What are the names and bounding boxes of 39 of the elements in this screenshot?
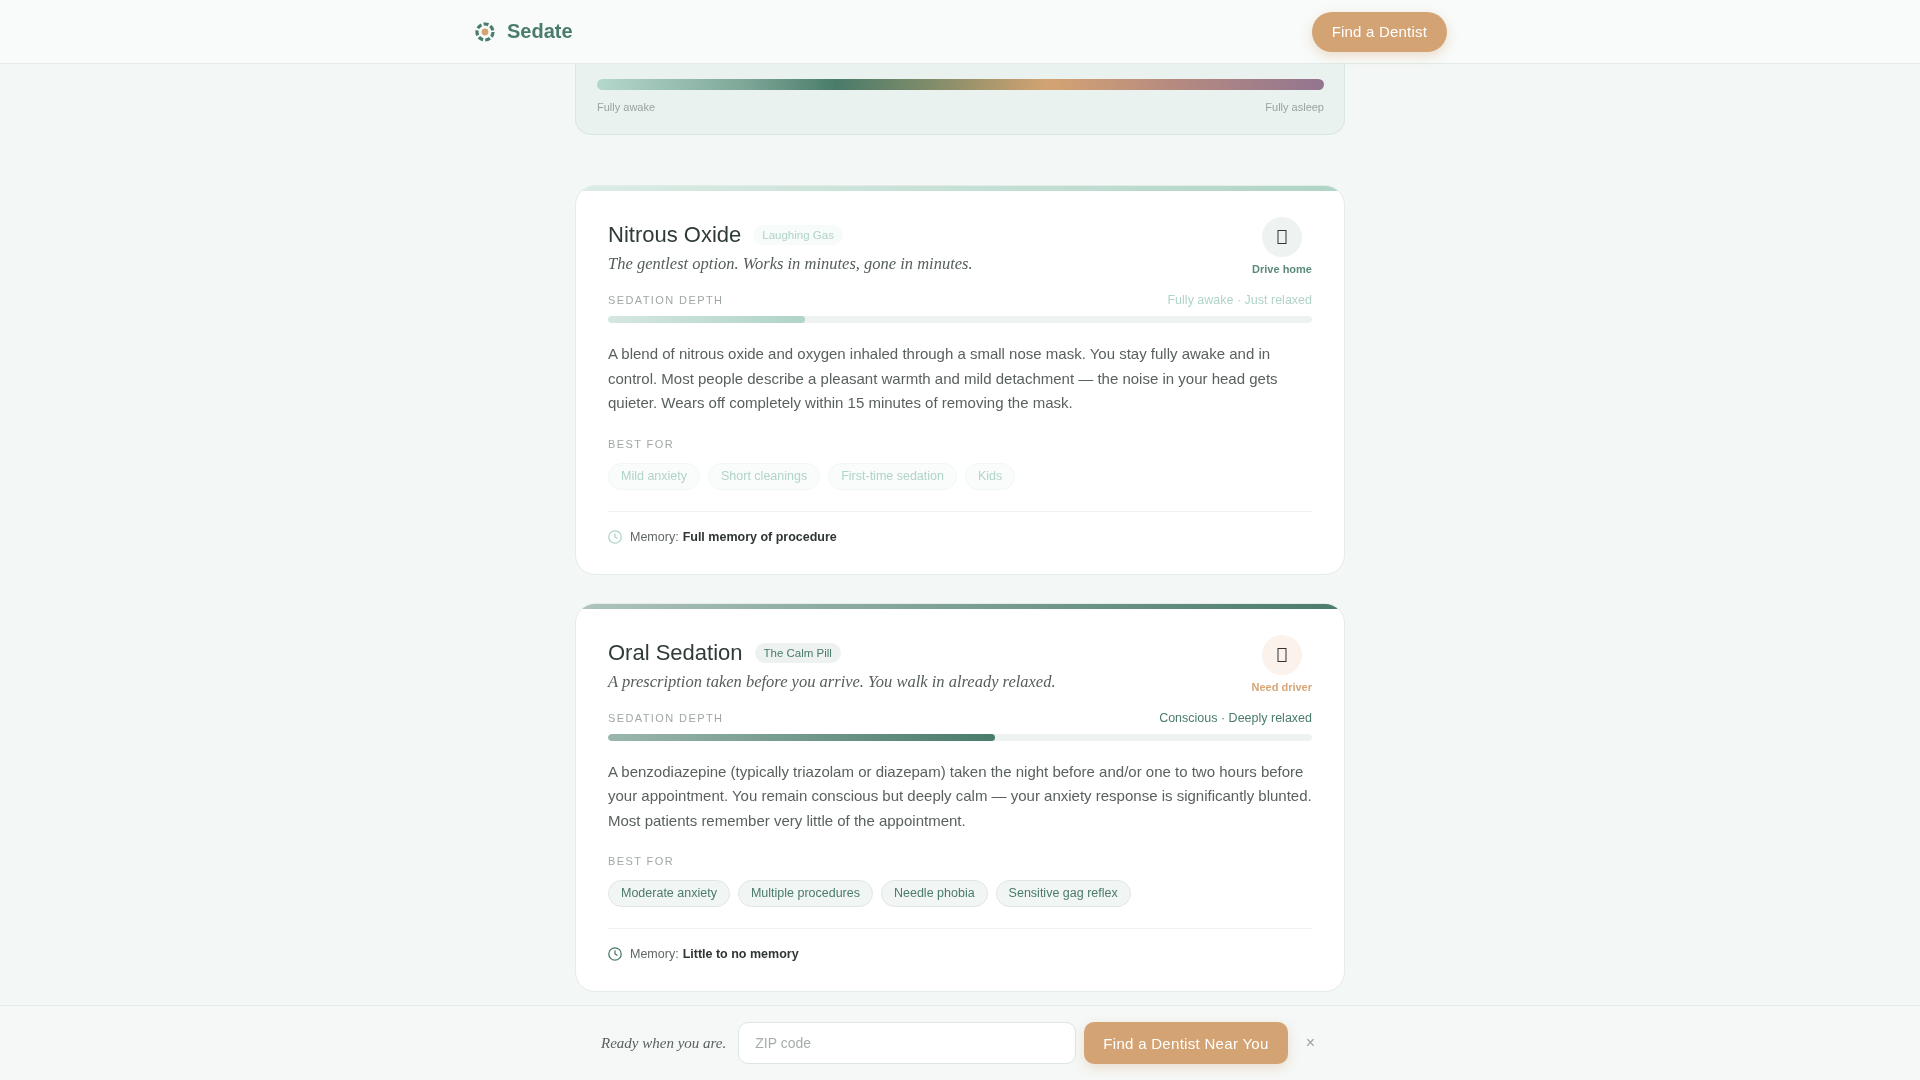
option-title: Oral Sedation [608,638,743,667]
best-for-title: BEST FOR [608,436,675,451]
option-description: A benzodiazepine (typically triazolam or diazepam) taken the night before and/or one to two hours before your appointment. You remain conscious but deeply calm — your anxiety response is significantly blunted. Most patients remember very little of the appointment. [608,761,1312,831]
memory-value: Full memory of procedure [682,528,837,546]
best-for-tag: Mild anxiety [608,462,700,490]
best-for-tag: Short cleanings [708,462,821,490]
best-for-tag: Needle phobia [881,880,988,907]
memory-value: Little to no memory [682,946,799,963]
depth-reading: Fully awake · Just relaxed [1167,292,1312,308]
find-dentist-near-you-button[interactable]: Find a Dentist Near You [1084,1022,1288,1064]
memory-label: Memory: [630,946,679,963]
option-badge: The Calm Pill [754,642,841,663]
scale-min-label: Fully awake [597,100,656,114]
depth-reading: Conscious · Deeply relaxed [1159,709,1312,726]
clock-icon [608,529,622,544]
option-tagline: The gentlest option. Works in minutes, gone in minutes. [608,253,973,275]
option-title: Nitrous Oxide [608,221,742,249]
close-button[interactable]: × [1301,1032,1319,1054]
best-for-tag: Moderate anxiety [608,880,730,907]
best-for-tag: Sensitive gag reflex [995,880,1131,907]
best-for-tag: Kids [965,462,1016,490]
logo-icon [475,21,495,42]
clock-icon [608,947,622,961]
find-dentist-button[interactable]: Find a Dentist [1311,11,1447,52]
driver-label: Need driver [1251,679,1312,694]
depth-title: SEDATION DEPTH [608,293,724,308]
memory-label: Memory: [630,528,679,546]
driver-label: Drive home [1252,262,1312,276]
best-for-tag: First-time sedation [828,462,957,490]
cta-prompt: Ready when you are. [601,1034,727,1052]
depth-title: SEDATION DEPTH [608,710,724,726]
best-for-tag: Multiple procedures [737,880,873,907]
option-badge: Laughing Gas [753,225,843,245]
option-tagline: A prescription taken before you arrive. You walk in already relaxed. [608,670,1056,693]
option-description: A blend of nitrous oxide and oxygen inhaled through a small nose mask. You stay fully awake and in control. Most people describe a pleasant warmth and mild detachment — the noise in your head gets quieter. Wears off completely within 15 minutes of removing the mask. [608,344,1279,413]
zip-code-field[interactable]: ZIP code [738,1022,1077,1064]
brand-name: Sedate [507,20,573,43]
best-for-title: BEST FOR [608,854,675,868]
scale-max-label: Fully asleep [1265,100,1324,114]
